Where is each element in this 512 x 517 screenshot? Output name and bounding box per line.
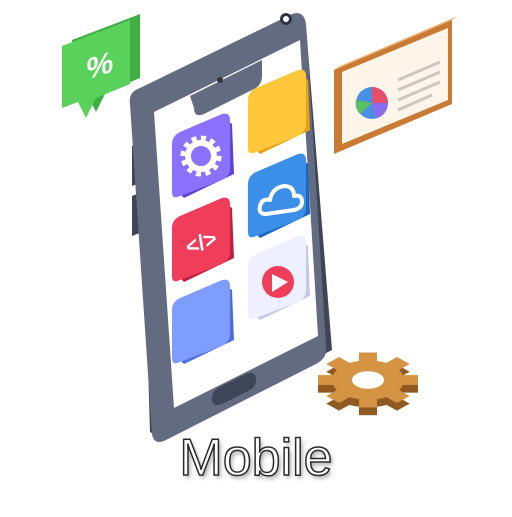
percent-bubble-icon: % [62, 14, 140, 118]
caption-title: Mobile [179, 428, 334, 488]
gear-icon [318, 352, 418, 416]
mobile-illustration: % </> Mobile [0, 0, 512, 512]
pie-chart-card-icon [334, 16, 458, 154]
